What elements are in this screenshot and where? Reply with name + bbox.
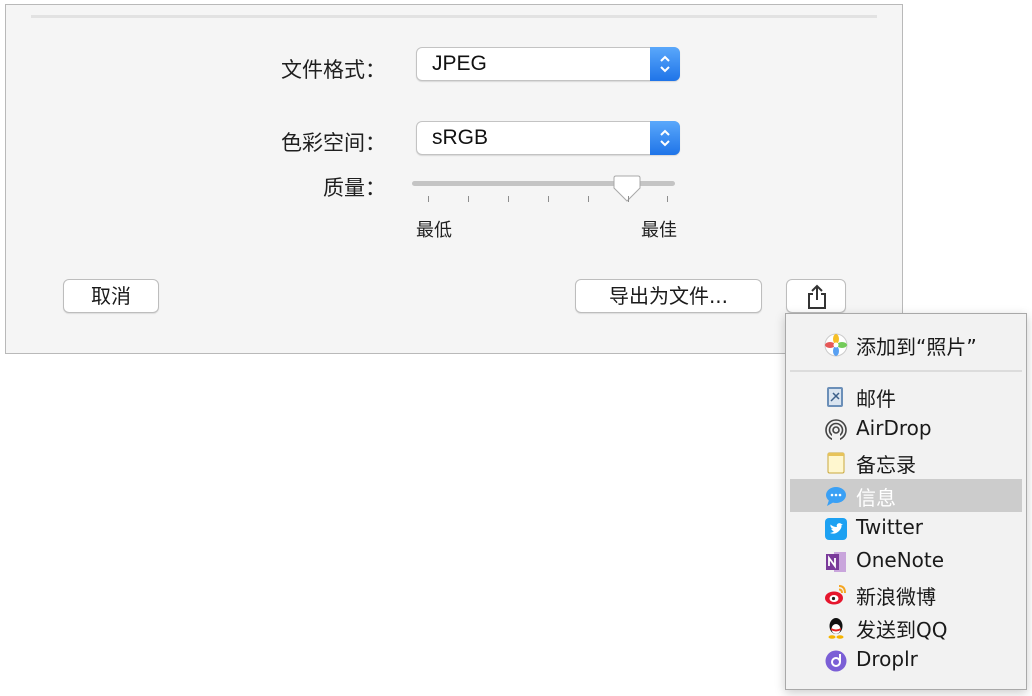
menu-item-messages[interactable]: 信息 [790, 479, 1022, 512]
weibo-icon [824, 583, 848, 607]
slider-tick [508, 196, 509, 202]
cancel-button[interactable]: 取消 [63, 279, 159, 313]
menu-item-droplr[interactable]: Droplr [790, 644, 1022, 677]
menu-item-weibo[interactable]: 新浪微博 [790, 578, 1022, 611]
menu-item-twitter[interactable]: Twitter [790, 512, 1022, 545]
slider-tick [588, 196, 589, 202]
slider-tick [667, 196, 668, 202]
menu-item-label: Droplr [856, 647, 918, 671]
menu-item-label: Twitter [856, 515, 924, 539]
menu-item-label: AirDrop [856, 416, 932, 440]
quality-min-label: 最低 [416, 220, 452, 241]
colorspace-label: 色彩空间： [281, 131, 386, 155]
share-button[interactable] [786, 279, 846, 313]
slider-tick [548, 196, 549, 202]
menu-item-notes[interactable]: 备忘录 [790, 446, 1022, 479]
menu-item-add-to-photos[interactable]: 添加到“照片” [790, 328, 1022, 361]
menu-separator [790, 370, 1022, 372]
menu-item-label: OneNote [856, 548, 945, 572]
quality-slider-thumb[interactable] [612, 174, 642, 208]
share-menu: 添加到“照片” 邮件 AirDrop 备忘录 信息 Twitter OneNot… [785, 313, 1027, 690]
qq-icon [824, 616, 848, 640]
format-label: 文件格式： [281, 58, 386, 82]
slider-tick [468, 196, 469, 202]
colorspace-value: sRGB [432, 126, 489, 149]
select-arrows-icon [650, 121, 680, 155]
photos-icon [824, 333, 848, 357]
menu-item-label: 添加到“照片” [856, 335, 977, 359]
menu-item-label: 邮件 [856, 387, 896, 411]
onenote-icon [824, 550, 848, 574]
slider-tick [628, 196, 629, 202]
format-value: JPEG [432, 52, 487, 75]
messages-icon [824, 484, 848, 508]
menu-item-label: 信息 [856, 486, 896, 510]
airdrop-icon [824, 418, 848, 442]
quality-max-label: 最佳 [641, 220, 677, 241]
twitter-icon [824, 517, 848, 541]
mail-icon [824, 385, 848, 409]
menu-item-mail[interactable]: 邮件 [790, 380, 1022, 413]
menu-item-onenote[interactable]: OneNote [790, 545, 1022, 578]
menu-item-label: 发送到QQ [856, 618, 948, 642]
menu-item-label: 新浪微博 [856, 585, 936, 609]
notes-icon [824, 451, 848, 475]
select-arrows-icon [650, 47, 680, 81]
format-select[interactable]: JPEG [416, 47, 680, 81]
menu-item-qq[interactable]: 发送到QQ [790, 611, 1022, 644]
droplr-icon [824, 649, 848, 673]
menu-item-airdrop[interactable]: AirDrop [790, 413, 1022, 446]
slider-tick [428, 196, 429, 202]
export-button[interactable]: 导出为文件... [575, 279, 762, 313]
colorspace-select[interactable]: sRGB [416, 121, 680, 155]
quality-label: 质量： [323, 176, 386, 200]
dialog-top-divider [31, 15, 877, 18]
menu-item-label: 备忘录 [856, 453, 916, 477]
